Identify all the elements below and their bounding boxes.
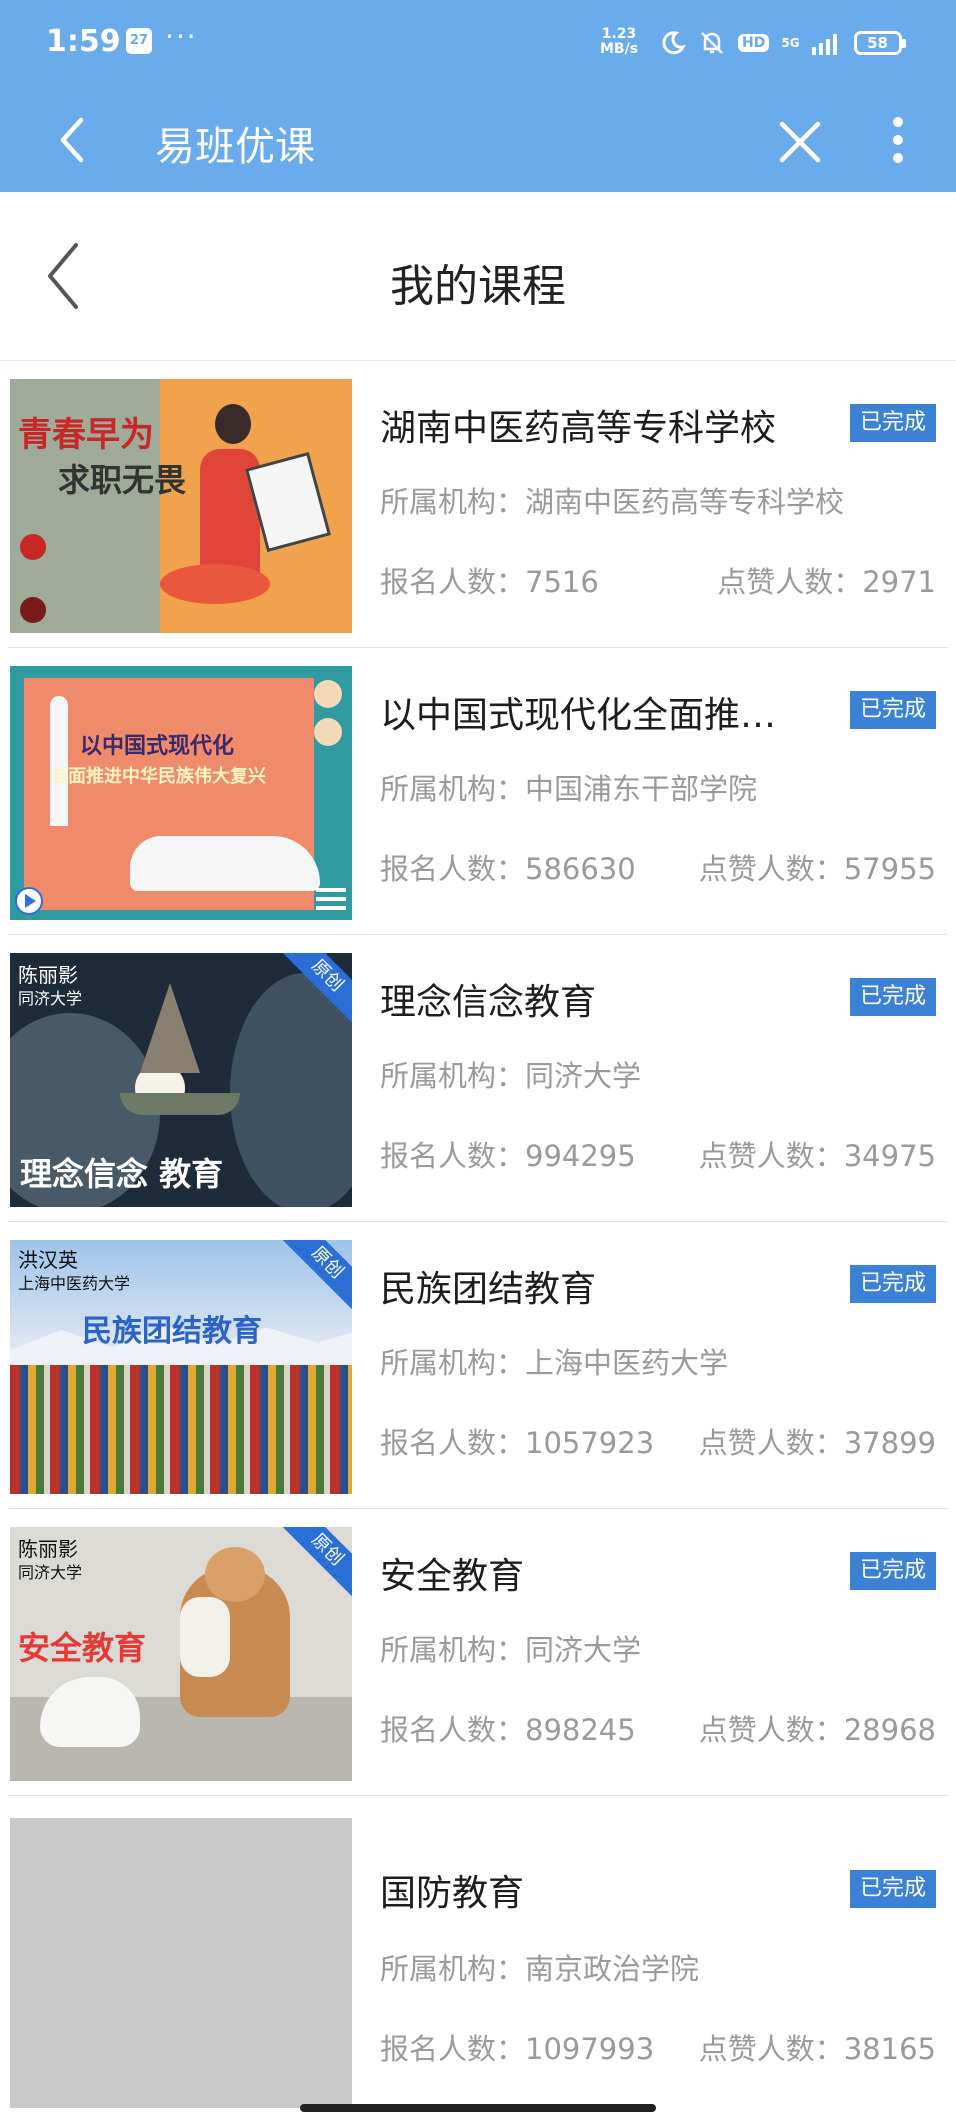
home-indicator[interactable] [300,2104,656,2112]
course-title: 国防教育 [380,1873,525,1914]
status-badge: 已完成 [850,691,936,729]
hd-icon: HD [738,34,770,52]
course-title: 以中国式现代化全面推进中华民族伟大复兴 [380,695,800,736]
like-count: 点赞人数：38165 [698,2032,936,2066]
course-stats: 报名人数：994295 点赞人数：34975 [380,1133,936,1175]
close-icon[interactable] [772,114,828,170]
enroll-count: 报名人数：1097993 [380,2032,655,2066]
thumb-school: 上海中医药大学 [18,1274,131,1293]
course-list: 青春早为 求职无畏 湖南中医药高等专科学校 已完成 所属机构：湖南中医药高等专科… [0,361,956,2126]
menu-icon [316,888,346,910]
enroll-count: 报名人数：1057923 [380,1426,655,1460]
enroll-count: 报名人数：7516 [380,565,599,599]
signal-bars-icon [811,34,837,55]
enroll-count: 报名人数：994295 [380,1139,636,1173]
like-count: 点赞人数：2971 [717,565,936,599]
course-title: 安全教育 [380,1556,525,1597]
course-stats: 报名人数：1097993 点赞人数：38165 [380,2026,936,2068]
course-item-1[interactable]: 青春早为 求职无畏 湖南中医药高等专科学校 已完成 所属机构：湖南中医药高等专科… [0,361,956,648]
thumb-school: 同济大学 [18,1563,83,1582]
app-bar: 易班优课 [0,88,956,192]
status-bar: 1:59 27 ··· 1.23 MB/s HD 5G 58 [0,0,956,88]
status-time: 1:59 [46,24,121,59]
thumb-text-2: 求职无畏 [58,461,187,499]
status-badge: 已完成 [850,404,936,442]
status-icons: HD 5G 58 [660,26,906,60]
like-count: 点赞人数：28968 [698,1713,936,1747]
course-item-2[interactable]: 以中国式现代化 全面推进中华民族伟大复兴 以中国式现代化全面推进中华民族伟大复兴… [0,648,956,935]
enroll-count: 报名人数：586630 [380,852,636,886]
app-title: 易班优课 [155,124,315,170]
status-badge: 已完成 [850,1265,936,1303]
more-notifications-icon: ··· [165,20,198,53]
back-arrow-icon[interactable] [44,110,100,170]
course-item-6[interactable]: 国防教育 已完成 所属机构：南京政治学院 报名人数：1097993 点赞人数：3… [0,1796,956,2126]
thumb-text-title: 安全教育 [18,1629,147,1667]
battery-icon: 58 [853,31,906,55]
thumb-text-title: 民族团结教育 [82,1314,262,1349]
original-tag: 原创 [277,1527,352,1600]
course-org: 所属机构：上海中医药大学 [380,1346,729,1380]
course-org: 所属机构：同济大学 [380,1059,642,1093]
more-vert-icon[interactable] [878,108,918,172]
moon-icon [662,31,686,55]
like-count: 点赞人数：34975 [698,1139,936,1173]
mute-bell-icon [701,32,723,54]
course-stats: 报名人数：1057923 点赞人数：37899 [380,1420,936,1462]
course-stats: 报名人数：898245 点赞人数：28968 [380,1707,936,1749]
course-thumbnail: 洪汉英 上海中医药大学 民族团结教育 原创 [10,1240,352,1494]
course-item-5[interactable]: 陈丽影 同济大学 安全教育 原创 安全教育 已完成 所属机构：同济大学 报名人数… [0,1509,956,1796]
like-count: 点赞人数：57955 [698,852,936,886]
play-icon [15,887,43,915]
course-item-4[interactable]: 洪汉英 上海中医药大学 民族团结教育 原创 民族团结教育 已完成 所属机构：上海… [0,1222,956,1509]
thumb-teacher: 陈丽影 [18,963,78,987]
course-item-3[interactable]: 陈丽影 同济大学 理念信念 教育 原创 理念信念教育 已完成 所属机构：同济大学… [0,935,956,1222]
thumb-text-1: 青春早为 [18,415,154,455]
course-thumbnail [10,1818,352,2108]
course-title: 理念信念教育 [380,982,597,1023]
network-speed-value: 1.23 [601,26,637,42]
course-thumbnail: 陈丽影 同济大学 安全教育 原创 [10,1527,352,1781]
course-title: 湖南中医药高等专科学校 [380,408,777,449]
thumb-school: 同济大学 [18,989,83,1008]
thumb-text-2: 全面推进中华民族伟大复兴 [50,766,266,787]
calendar-badge-icon: 27 [126,28,152,54]
network-speed-unit: MB/s [600,41,639,57]
status-badge: 已完成 [850,1870,936,1908]
page-title: 我的课程 [390,261,566,312]
status-badge: 已完成 [850,978,936,1016]
course-org: 所属机构：同济大学 [380,1633,642,1667]
like-count: 点赞人数：37899 [698,1426,936,1460]
status-badge: 已完成 [850,1552,936,1590]
course-stats: 报名人数：586630 点赞人数：57955 [380,846,936,888]
thumb-text-title: 理念信念 教育 [20,1155,224,1193]
course-thumbnail: 青春早为 求职无畏 [10,379,352,633]
course-title: 民族团结教育 [380,1269,597,1310]
page-header: 我的课程 [0,192,956,361]
course-thumbnail: 陈丽影 同济大学 理念信念 教育 原创 [10,953,352,1207]
thumb-teacher: 洪汉英 [18,1248,78,1272]
course-org: 所属机构：湖南中医药高等专科学校 [380,485,845,519]
course-org: 所属机构：中国浦东干部学院 [380,772,758,806]
thumb-teacher: 陈丽影 [18,1537,78,1561]
thumb-text-1: 以中国式现代化 [80,734,235,759]
course-stats: 报名人数：7516 点赞人数：2971 [380,559,936,601]
enroll-count: 报名人数：898245 [380,1713,636,1747]
network-speed: 1.23 MB/s [600,27,638,57]
signal-label: 5G [781,36,800,50]
course-org: 所属机构：南京政治学院 [380,1952,700,1986]
course-thumbnail: 以中国式现代化 全面推进中华民族伟大复兴 [10,666,352,920]
